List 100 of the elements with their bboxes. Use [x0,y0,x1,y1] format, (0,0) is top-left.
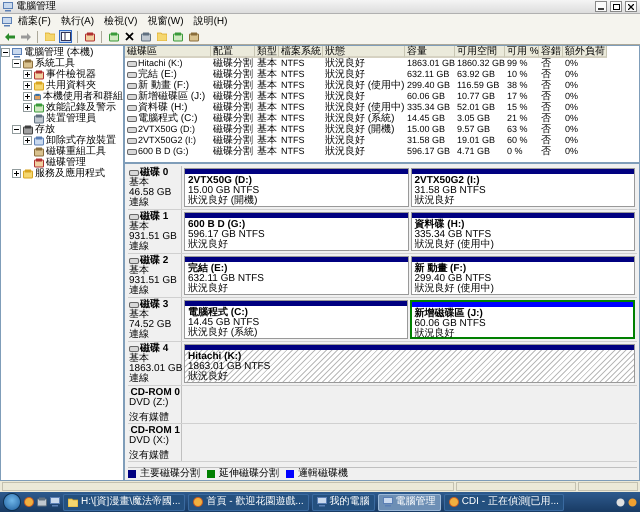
help-button[interactable] [83,30,96,43]
column-header[interactable]: 檔案系統 [279,46,323,58]
tree-toggle-button[interactable] [59,30,72,43]
partition-block[interactable]: 電腦程式 (C:) 14.45 GB NTFS 狀況良好 (系統) [184,300,408,339]
collapse-toggle[interactable] [12,59,21,68]
drive-icon [129,214,139,220]
tree-item[interactable]: 磁碟管理 [46,157,86,168]
taskbar-button[interactable]: 首頁 - 歡迎花園遊戲... [188,494,309,510]
partition-size: 1863.01 GB NTFS [188,362,272,372]
drive-icon [129,302,139,308]
partition-block[interactable]: 完結 (E:) 632.11 GB NTFS 狀況良好 [184,256,408,295]
tool-icon [34,70,44,80]
table-cell: 基本 [257,91,277,102]
tree-item[interactable]: 卸除式存放裝置 [46,135,116,146]
globe-icon [193,497,204,507]
minimize-button[interactable] [595,1,607,12]
folder-icon [68,498,78,506]
column-header[interactable]: 容錯 [539,46,563,58]
taskbar-button[interactable]: H:\[資]漫畫\魔法帝國... [63,494,186,510]
delete-button[interactable] [123,30,136,43]
table-cell: 否 [541,58,551,69]
tree-item[interactable]: 本機使用者和群組 [43,91,123,102]
format-button[interactable] [139,30,152,43]
collapse-toggle[interactable] [12,125,21,134]
close-button[interactable] [625,1,637,12]
forward-button[interactable] [19,30,32,43]
disk-name[interactable]: CD-ROM 0 [130,387,180,398]
partition-size: 299.40 GB NTFS [414,274,492,284]
expand-toggle[interactable] [23,103,32,112]
table-cell: 2VTX50G2 (I:) [138,135,196,146]
partition-block[interactable]: Hitachi (K:) 1863.01 GB NTFS 狀況良好 [184,344,635,383]
disk-name[interactable]: 磁碟 0 [140,167,168,178]
tree-item[interactable]: 系統工具 [35,58,75,69]
column-header[interactable]: 可用 % [505,46,539,58]
expand-toggle[interactable] [23,70,32,79]
partition-block[interactable]: 新 動畫 (F:) 299.40 GB NTFS 狀況良好 (使用中) [410,256,635,295]
expand-toggle[interactable] [23,136,32,145]
disk-name[interactable]: 磁碟 3 [140,299,168,310]
partition-name: 2VTX50G2 (I:) [414,175,481,186]
tree-item[interactable]: 事件檢視器 [46,69,96,80]
column-header[interactable]: 配置 [211,46,255,58]
tree-item[interactable]: 服務及應用程式 [35,168,105,179]
disk-type: 基本 [129,222,150,232]
disk-name[interactable]: 磁碟 2 [140,255,168,266]
menu-item[interactable]: 執行(A) [56,15,98,28]
computer-icon [3,2,13,12]
table-cell: 52.01 GB [457,102,496,113]
folder-icon [44,32,54,41]
disk-name[interactable]: CD-ROM 1 [130,425,180,436]
column-header[interactable]: 可用空間 [455,46,505,58]
column-header[interactable]: 容量 [405,46,455,58]
tree-item[interactable]: 裝置管理員 [46,113,96,124]
computer-icon [316,497,327,507]
menu-item[interactable]: 視窗(W) [143,15,188,28]
table-cell: 3.05 GB [457,113,490,124]
taskbar-button[interactable]: 我的電腦 [312,494,375,510]
disk-name[interactable]: 磁碟 4 [140,343,168,354]
tree-item[interactable]: 磁碟重組工具 [46,146,106,157]
table-cell: 磁碟分割 [213,146,253,157]
column-header[interactable]: 額外負荷 [563,46,607,58]
expand-toggle[interactable] [23,81,32,90]
partition-name: 2VTX50G (D:) [188,175,253,186]
tree-item[interactable]: 效能記錄及警示 [46,102,116,113]
drive-icon [129,258,139,264]
menu-item[interactable]: 檢視(V) [100,15,142,28]
expand-toggle[interactable] [23,92,32,101]
partition-block[interactable]: 2VTX50G2 (I:) 31.58 GB NTFS 狀況良好 [410,168,635,207]
partition-block[interactable]: 600 B D (G:) 596.17 GB NTFS 狀況良好 [184,212,408,251]
legend-label: 延伸磁碟分割 [219,468,279,480]
table-cell: 60 % [507,135,528,146]
tree-item[interactable]: 電腦管理 (本機) [24,47,94,58]
maximize-button[interactable] [610,1,622,12]
collapse-toggle[interactable] [1,48,10,57]
column-header[interactable]: 狀態 [323,46,405,58]
partition-block[interactable]: 資料碟 (H:) 335.34 GB NTFS 狀況良好 (使用中) [410,212,635,251]
settings-button[interactable] [187,30,200,43]
table-cell: 99 % [507,58,528,69]
menu-item[interactable]: 檔案(F) [14,15,55,28]
menu-item[interactable]: 說明(H) [190,15,232,28]
table-cell: 0% [565,146,578,157]
partition-size: 60.06 GB NTFS [414,319,487,329]
start-button[interactable] [3,493,21,511]
partition-status: 狀況良好 [188,240,229,250]
disk-type: 基本 [129,354,150,364]
tree-item[interactable]: 存放 [35,124,55,135]
taskbar-button[interactable]: CDI - 正在偵測[已用... [444,494,564,510]
table-cell: 632.11 GB [407,69,450,80]
computer-icon [382,497,393,507]
tool-icon [34,80,44,90]
expand-toggle[interactable] [12,169,21,178]
partition-size: 15.00 GB NTFS [188,186,260,196]
partition-block[interactable]: 2VTX50G (D:) 15.00 GB NTFS 狀況良好 (開機) [184,168,408,207]
column-header[interactable]: 磁碟區 [125,46,211,58]
window-title: 電腦管理 [16,0,57,12]
column-header[interactable]: 類型 [255,46,279,58]
search-button[interactable] [171,30,184,43]
disk-name[interactable]: 磁碟 1 [140,211,168,222]
partition-block[interactable]: 新增磁碟區 (J:) 60.06 GB NTFS 狀況良好 [410,300,635,339]
tree-item[interactable]: 共用資料夾 [46,80,96,91]
table-cell: 否 [541,91,551,102]
